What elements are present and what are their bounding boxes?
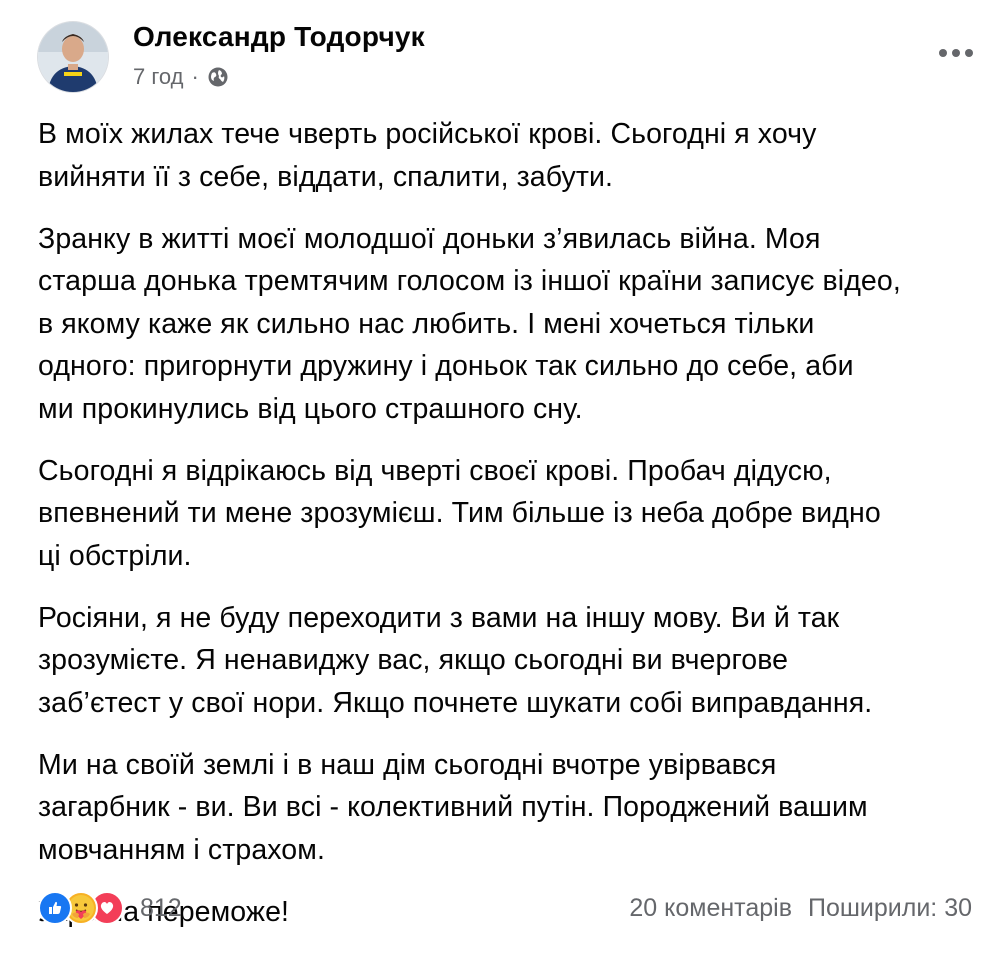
post-paragraph: Ми на своїй землі і в наш дім сьогодні в… <box>38 748 868 866</box>
facebook-post: Олександр Тодорчук 7 год · В моїх жилах … <box>0 0 1000 947</box>
globe-icon[interactable] <box>207 66 229 88</box>
author-name[interactable]: Олександр Тодорчук <box>133 22 425 52</box>
meta-separator: · <box>191 64 199 89</box>
post-footer: 812 20 коментарів Поширили: 30 <box>38 888 972 928</box>
like-icon <box>38 891 72 925</box>
reaction-count: 812 <box>140 893 182 922</box>
comments-count-link[interactable]: 20 коментарів <box>629 894 792 923</box>
post-content: В моїх жилах тече чверть російської кров… <box>38 113 968 953</box>
post-paragraph: В моїх жилах тече чверть російської кров… <box>38 118 817 193</box>
post-stats: 20 коментарів Поширили: 30 <box>629 894 972 923</box>
post-meta: 7 год · <box>133 64 229 90</box>
more-dot <box>952 49 960 57</box>
author-avatar[interactable] <box>38 22 108 92</box>
post-header: Олександр Тодорчук 7 год · <box>38 22 980 94</box>
avatar-photo-icon <box>38 22 108 92</box>
post-paragraph: Росіяни, я не буду переходити з вами на … <box>38 601 873 719</box>
post-timestamp[interactable]: 7 год <box>133 64 183 90</box>
more-dot <box>939 49 947 57</box>
reaction-icons <box>38 891 124 925</box>
post-paragraph: Сьогодні я відрікаюсь від чверті своєї к… <box>38 454 881 572</box>
post-paragraph: Зранку в житті моєї молодшої доньки з’яв… <box>38 222 901 425</box>
more-options-button[interactable] <box>932 36 980 70</box>
reactions-summary[interactable]: 812 <box>38 891 182 925</box>
shares-count-link[interactable]: Поширили: 30 <box>808 894 972 923</box>
more-dot <box>965 49 973 57</box>
